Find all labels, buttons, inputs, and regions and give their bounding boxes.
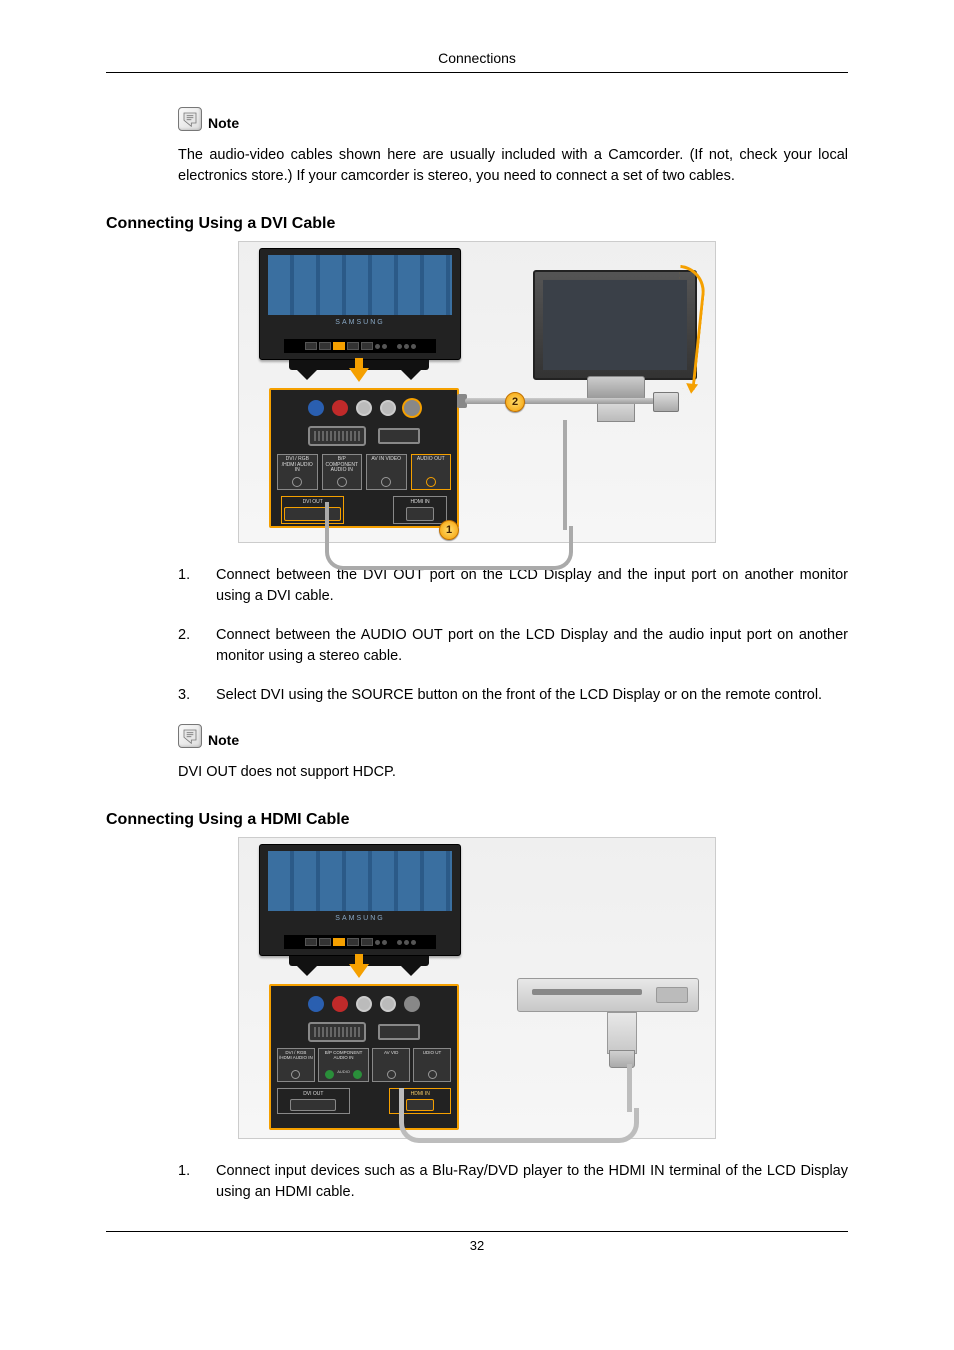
note-label: Note [208, 115, 239, 131]
port-label-highlighted: AUDIO OUT [411, 454, 452, 490]
port-label: DVI / RGB /HDMI AUDIO IN [277, 454, 318, 490]
lcd-display-illustration: SAMSUNG [259, 248, 459, 370]
dvi-out-port: DVI OUT [277, 1088, 350, 1114]
highlighted-source-area-icon [333, 342, 345, 350]
rgb-port-icon [308, 426, 366, 446]
page-number: 32 [470, 1238, 484, 1253]
hdmi-port-icon [378, 1024, 420, 1040]
callout-badge-2: 2 [505, 392, 525, 412]
port-label: B/P COMPONENT AUDIO IN AUDIO [318, 1048, 369, 1082]
arrow-down-icon [349, 368, 369, 382]
hdmi-cable-icon [399, 1108, 639, 1143]
note-body: DVI OUT does not support HDCP. [178, 762, 848, 783]
brand-label: SAMSUNG [260, 319, 460, 326]
port-label: AV IN VIDEO [366, 454, 407, 490]
note-block: Note The audio-video cables shown here a… [106, 107, 848, 187]
note-label: Note [208, 732, 239, 748]
cable-plug-icon [653, 392, 679, 412]
section-title-dvi: Connecting Using a DVI Cable [106, 215, 848, 233]
brand-label: SAMSUNG [260, 915, 460, 922]
port-label: B/P COMPONENT AUDIO IN [322, 454, 363, 490]
port-label: DVI / RGB /HDMI AUDIO IN [277, 1048, 315, 1082]
ordered-list-dvi: 1.Connect between the DVI OUT port on th… [106, 565, 848, 706]
figure-hdmi: SAMSUNG [106, 837, 848, 1139]
note-icon [178, 107, 202, 131]
page-footer: 32 [106, 1231, 848, 1253]
note-body: The audio-video cables shown here are us… [178, 145, 848, 187]
list-item: 2.Connect between the AUDIO OUT port on … [178, 625, 848, 667]
hdmi-cable-icon [627, 1064, 632, 1112]
hdmi-port-icon [378, 428, 420, 444]
callout-badge-1: 1 [439, 520, 459, 540]
hdmi-in-port: HDMI IN [393, 496, 447, 524]
list-item: 1.Connect between the DVI OUT port on th… [178, 565, 848, 607]
port-panel-illustration: DVI / RGB /HDMI AUDIO IN B/P COMPONENT A… [269, 388, 459, 528]
note-icon [178, 724, 202, 748]
arrow-down-icon [349, 964, 369, 978]
section-title-hdmi: Connecting Using a HDMI Cable [106, 811, 848, 829]
external-monitor-stand [587, 376, 645, 400]
lcd-display-illustration: SAMSUNG [259, 844, 459, 966]
dvi-out-port-highlighted: DVI OUT [281, 496, 344, 524]
note-block: Note DVI OUT does not support HDCP. [106, 724, 848, 783]
player-connector-icon [607, 1012, 637, 1054]
bluray-player-illustration [517, 978, 699, 1012]
page: Connections Note The audio-video cables … [0, 0, 954, 1350]
rgb-port-icon [308, 1022, 366, 1042]
external-monitor-illustration [533, 270, 697, 380]
port-label: UDIO UT [413, 1048, 451, 1082]
list-item: 1.Connect input devices such as a Blu-Ra… [178, 1161, 848, 1203]
dvi-cable-icon [563, 420, 567, 530]
figure-dvi: SAMSUNG [106, 241, 848, 543]
ordered-list-hdmi: 1.Connect input devices such as a Blu-Ra… [106, 1161, 848, 1203]
audio-out-jack-icon [404, 400, 420, 416]
running-header: Connections [106, 50, 848, 73]
stereo-cable-icon [465, 398, 655, 404]
port-label: AV VID [372, 1048, 410, 1082]
highlighted-source-area-icon [333, 938, 345, 946]
list-item: 3.Select DVI using the SOURCE button on … [178, 685, 848, 706]
